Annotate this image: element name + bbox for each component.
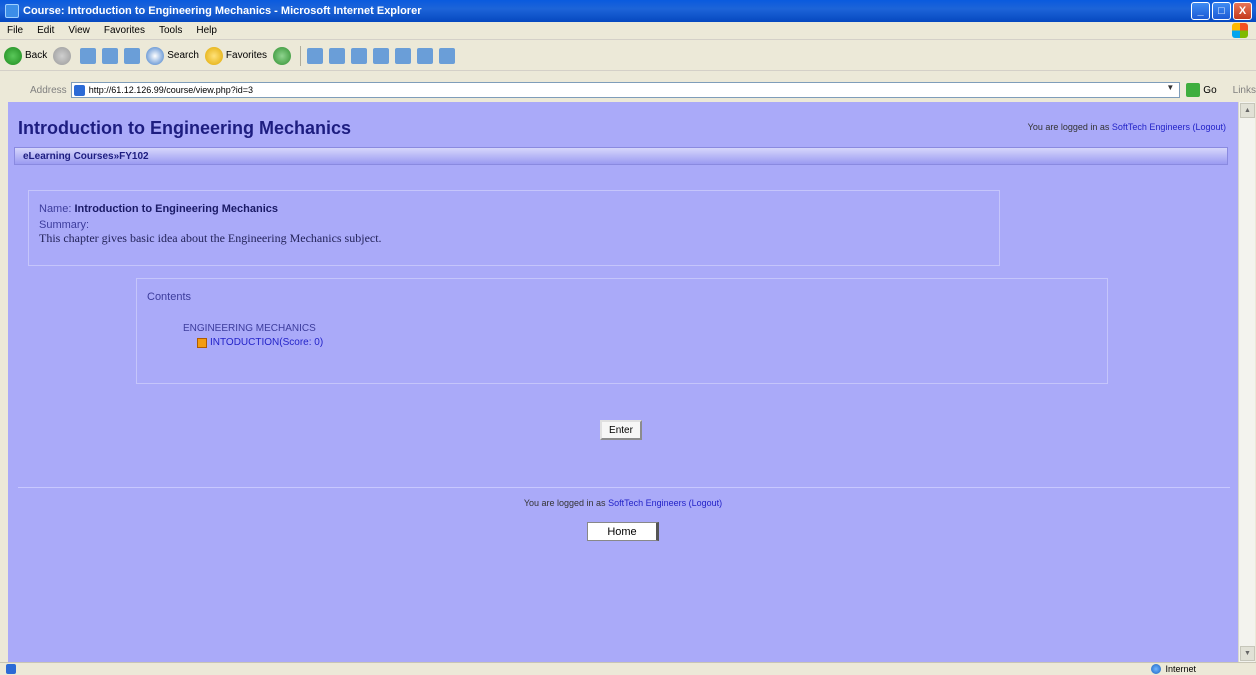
contents-box: Contents ENGINEERING MECHANICS INTODUCTI…: [136, 278, 1108, 384]
ie-icon: [5, 4, 19, 18]
address-url: http://61.12.126.99/course/view.php?id=3: [88, 85, 254, 95]
user-link[interactable]: SoftTech Engineers: [1112, 122, 1190, 132]
back-button[interactable]: Back: [4, 46, 48, 65]
menu-view[interactable]: View: [61, 25, 97, 36]
window-controls: _ □ X: [1191, 2, 1252, 20]
forward-arrow-icon: [53, 46, 72, 65]
zone-label: Internet: [1165, 664, 1196, 674]
logout-link[interactable]: (Logout): [1192, 122, 1226, 132]
status-bar: Internet: [0, 662, 1256, 675]
scroll-down-icon[interactable]: ▼: [1240, 646, 1255, 661]
favorites-button[interactable]: Favorites: [204, 46, 268, 65]
course-summary-box: Name: Introduction to Engineering Mechan…: [28, 190, 1000, 266]
page-title: Introduction to Engineering Mechanics: [18, 118, 352, 138]
links-button[interactable]: Links: [1233, 85, 1256, 96]
toolbar: Back Search Favorites: [0, 41, 1256, 71]
enter-button[interactable]: Enter: [600, 420, 642, 440]
messenger-icon[interactable]: [417, 47, 434, 64]
vertical-scrollbar[interactable]: ▲ ▼: [1238, 102, 1255, 662]
scorm-item-icon: [197, 337, 207, 348]
search-icon: [146, 46, 165, 65]
login-info-top: You are logged in as SoftTech Engineers …: [1028, 122, 1226, 132]
login-info-footer: You are logged in as SoftTech Engineers …: [8, 498, 1238, 508]
minimize-button[interactable]: _: [1191, 2, 1210, 20]
content-item-link[interactable]: INTODUCTION(Score: 0): [210, 337, 323, 348]
address-label: Address: [30, 84, 67, 96]
home-button[interactable]: Home: [587, 522, 659, 541]
summary-text: This chapter gives basic idea about the …: [39, 231, 382, 245]
summary-label: Summary:: [39, 219, 90, 231]
internet-globe-icon: [1151, 664, 1162, 674]
toolbar-separator: [300, 45, 302, 66]
contents-title: Contents: [147, 291, 192, 303]
menu-edit[interactable]: Edit: [30, 25, 61, 36]
history-icon[interactable]: [307, 47, 324, 64]
menu-bar: File Edit View Favorites Tools Help: [0, 22, 1256, 40]
forward-button[interactable]: [53, 46, 74, 65]
back-label: Back: [25, 50, 48, 61]
footer-divider: [18, 487, 1230, 488]
home-icon[interactable]: [124, 47, 141, 64]
folder-icon[interactable]: [395, 47, 412, 64]
course-name: Introduction to Engineering Mechanics: [74, 203, 278, 215]
media-icon[interactable]: [273, 46, 292, 65]
close-button[interactable]: X: [1233, 2, 1252, 20]
scroll-up-icon[interactable]: ▲: [1240, 103, 1255, 118]
status-page-icon: [6, 664, 16, 674]
maximize-button[interactable]: □: [1212, 2, 1231, 20]
content-item: INTODUCTION(Score: 0): [197, 337, 1097, 348]
menu-file[interactable]: File: [0, 25, 30, 36]
research-icon[interactable]: [439, 47, 456, 64]
breadcrumb-elearning-courses[interactable]: eLearning Courses: [23, 151, 114, 162]
footer-login-prefix: You are logged in as: [523, 498, 609, 508]
footer-user-link[interactable]: SoftTech Engineers: [608, 498, 686, 508]
print-icon[interactable]: [351, 47, 368, 64]
go-label: Go: [1203, 84, 1217, 96]
address-dropdown-icon[interactable]: ▼: [1166, 83, 1178, 97]
edit-icon[interactable]: [373, 47, 390, 64]
window-title: Course: Introduction to Engineering Mech…: [23, 5, 422, 17]
window-title-bar: Course: Introduction to Engineering Mech…: [0, 0, 1256, 22]
login-prefix: You are logged in as: [1027, 122, 1112, 132]
search-button[interactable]: Search: [146, 46, 199, 65]
go-arrow-icon: [1186, 83, 1201, 97]
favorites-star-icon: [204, 46, 223, 65]
search-label: Search: [167, 50, 199, 61]
menu-favorites[interactable]: Favorites: [97, 25, 152, 36]
refresh-icon[interactable]: [102, 47, 119, 64]
stop-icon[interactable]: [80, 47, 97, 64]
windows-logo-icon: [1232, 23, 1248, 38]
breadcrumb-current: FY102: [119, 150, 149, 162]
menu-help[interactable]: Help: [189, 25, 224, 36]
page-content: Introduction to Engineering Mechanics Yo…: [8, 102, 1238, 662]
name-label: Name:: [39, 203, 72, 215]
go-button[interactable]: Go: [1186, 83, 1217, 97]
mail-icon[interactable]: [329, 47, 346, 64]
page-icon: [73, 84, 85, 96]
address-bar: Address http://61.12.126.99/course/view.…: [0, 80, 1256, 100]
footer-logout-link[interactable]: (Logout): [689, 498, 723, 508]
address-input[interactable]: http://61.12.126.99/course/view.php?id=3: [70, 82, 1181, 98]
back-arrow-icon: [4, 46, 22, 65]
favorites-label: Favorites: [225, 50, 268, 61]
section-title: ENGINEERING MECHANICS: [183, 323, 316, 334]
menu-tools[interactable]: Tools: [152, 25, 189, 36]
status-zone: Internet: [1151, 663, 1196, 675]
breadcrumb: eLearning Courses » FY102: [14, 147, 1228, 165]
